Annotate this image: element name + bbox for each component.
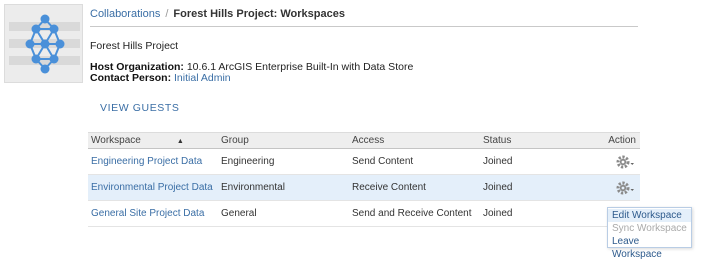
breadcrumb: Collaborations / Forest Hills Project: Wor…: [90, 8, 638, 27]
action-dropdown-menu: Edit Workspace Sync Workspace Leave Work…: [607, 207, 692, 260]
header-workspace-label: Workspace: [91, 135, 141, 146]
project-meta: Host Organization: 10.6.1 ArcGIS Enterpr…: [90, 62, 413, 84]
status-cell: Joined: [483, 208, 513, 219]
project-name: Forest Hills Project: [90, 40, 179, 52]
header-workspace[interactable]: Workspace ▲: [88, 132, 218, 149]
group-cell: Engineering: [221, 156, 275, 167]
group-cell: General: [221, 208, 257, 219]
table-row: General Site Project Data General Send a…: [88, 201, 640, 227]
workspace-link[interactable]: General Site Project Data: [88, 201, 218, 227]
workspace-link[interactable]: Engineering Project Data: [88, 149, 218, 175]
page-title: Forest Hills Project: Workspaces: [173, 8, 345, 20]
menu-item-edit-workspace[interactable]: Edit Workspace: [608, 209, 691, 222]
gear-dropdown-icon[interactable]: [616, 181, 636, 199]
access-cell: Send Content: [352, 156, 414, 167]
header-group[interactable]: Group: [218, 132, 349, 149]
menu-item-sync-workspace: Sync Workspace: [612, 223, 687, 234]
sort-ascending-icon[interactable]: ▲: [177, 138, 184, 145]
header-access[interactable]: Access: [349, 132, 480, 149]
breadcrumb-separator: /: [165, 8, 169, 20]
status-cell: Joined: [483, 156, 513, 167]
workspace-link[interactable]: Environmental Project Data: [88, 175, 218, 201]
contact-person-link[interactable]: Initial Admin: [174, 72, 231, 84]
gear-dropdown-icon[interactable]: [616, 155, 636, 173]
group-cell: Environmental: [221, 182, 285, 193]
workspaces-table: Workspace ▲ Group Access Status Action En…: [88, 132, 640, 227]
collaboration-network-icon: [9, 14, 80, 74]
view-guests-link[interactable]: VIEW GUESTS: [100, 102, 180, 114]
contact-person-label: Contact Person:: [90, 72, 172, 84]
table-row: Environmental Project Data Environmental…: [88, 174, 640, 201]
table-row: Engineering Project Data Engineering Sen…: [88, 149, 640, 175]
header-status[interactable]: Status: [480, 132, 590, 149]
collaboration-thumbnail: [4, 4, 83, 83]
header-action: Action: [590, 132, 640, 149]
action-cell: [590, 149, 640, 175]
table-header-row: Workspace ▲ Group Access Status Action: [88, 132, 640, 149]
breadcrumb-collaborations-link[interactable]: Collaborations: [90, 8, 160, 20]
status-cell: Joined: [483, 182, 513, 193]
menu-item-leave-workspace[interactable]: Leave Workspace: [608, 235, 691, 260]
action-cell: [590, 175, 640, 201]
access-cell: Receive Content: [352, 182, 426, 193]
access-cell: Send and Receive Content: [352, 208, 472, 219]
